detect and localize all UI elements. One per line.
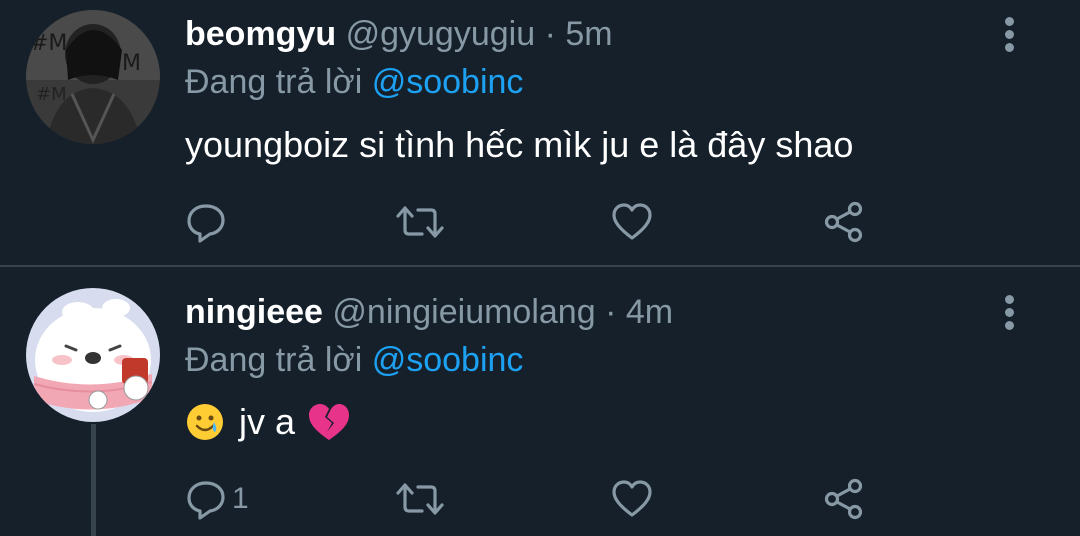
timestamp[interactable]: 4m bbox=[626, 293, 673, 331]
display-name[interactable]: ningieee bbox=[185, 293, 323, 331]
share-button[interactable] bbox=[822, 197, 866, 247]
like-icon bbox=[612, 480, 652, 517]
more-icon[interactable] bbox=[996, 295, 1022, 335]
smiling-face-with-tear-emoji bbox=[187, 404, 223, 440]
reply-button[interactable] bbox=[186, 197, 226, 247]
like-button[interactable] bbox=[610, 474, 654, 524]
tweet-text-row: jv a bbox=[185, 400, 351, 444]
reply-icon bbox=[187, 481, 225, 520]
tweet-header: ningieee @ningieiumolang · 4m bbox=[185, 292, 673, 332]
mention-link[interactable]: @soobinc bbox=[372, 341, 524, 379]
replying-to: Đang trả lời @soobinc bbox=[185, 62, 523, 102]
broken-heart-emoji bbox=[309, 404, 350, 440]
more-icon[interactable] bbox=[996, 17, 1022, 57]
share-icon bbox=[824, 201, 863, 243]
replying-to: Đang trả lời @soobinc bbox=[185, 340, 523, 380]
reply-count: 1 bbox=[232, 482, 249, 515]
tweet-text: youngboiz si tình hếc mìk ju e là đây sh… bbox=[185, 124, 854, 165]
reply-feed: #M M #M beomgyu @gyugyugiu · 5m Đang trả… bbox=[0, 0, 1080, 536]
action-bar bbox=[0, 197, 1080, 247]
tweet-text: jv a bbox=[239, 401, 296, 442]
reply-button[interactable]: 1 bbox=[186, 474, 249, 524]
separator: · bbox=[544, 15, 556, 53]
tweet[interactable]: ningieee @ningieiumolang · 4m Đang trả l… bbox=[0, 266, 1080, 536]
reply-icon bbox=[187, 204, 225, 243]
mention-link[interactable]: @soobinc bbox=[372, 63, 524, 101]
svg-text:M: M bbox=[122, 51, 141, 76]
display-name[interactable]: beomgyu bbox=[185, 15, 336, 53]
avatar[interactable]: #M M #M bbox=[26, 10, 160, 144]
retweet-icon bbox=[396, 206, 444, 238]
separator: · bbox=[605, 293, 617, 331]
timestamp[interactable]: 5m bbox=[565, 15, 612, 53]
like-button[interactable] bbox=[610, 197, 654, 247]
share-icon bbox=[824, 478, 863, 520]
like-icon bbox=[612, 203, 652, 240]
user-handle[interactable]: @gyugyugiu bbox=[346, 15, 536, 53]
retweet-icon bbox=[396, 483, 444, 515]
svg-text:#M: #M bbox=[30, 31, 67, 56]
retweet-button[interactable] bbox=[394, 197, 446, 247]
action-bar: 1 bbox=[0, 474, 1080, 524]
user-handle[interactable]: @ningieiumolang bbox=[332, 293, 595, 331]
tweet[interactable]: #M M #M beomgyu @gyugyugiu · 5m Đang trả… bbox=[0, 0, 1080, 265]
avatar[interactable] bbox=[26, 288, 160, 422]
tweet-header: beomgyu @gyugyugiu · 5m bbox=[185, 14, 613, 54]
share-button[interactable] bbox=[822, 474, 866, 524]
retweet-button[interactable] bbox=[394, 474, 446, 524]
replying-to-label: Đang trả lời bbox=[185, 341, 363, 379]
replying-to-label: Đang trả lời bbox=[185, 63, 363, 101]
svg-text:#M: #M bbox=[36, 84, 67, 105]
